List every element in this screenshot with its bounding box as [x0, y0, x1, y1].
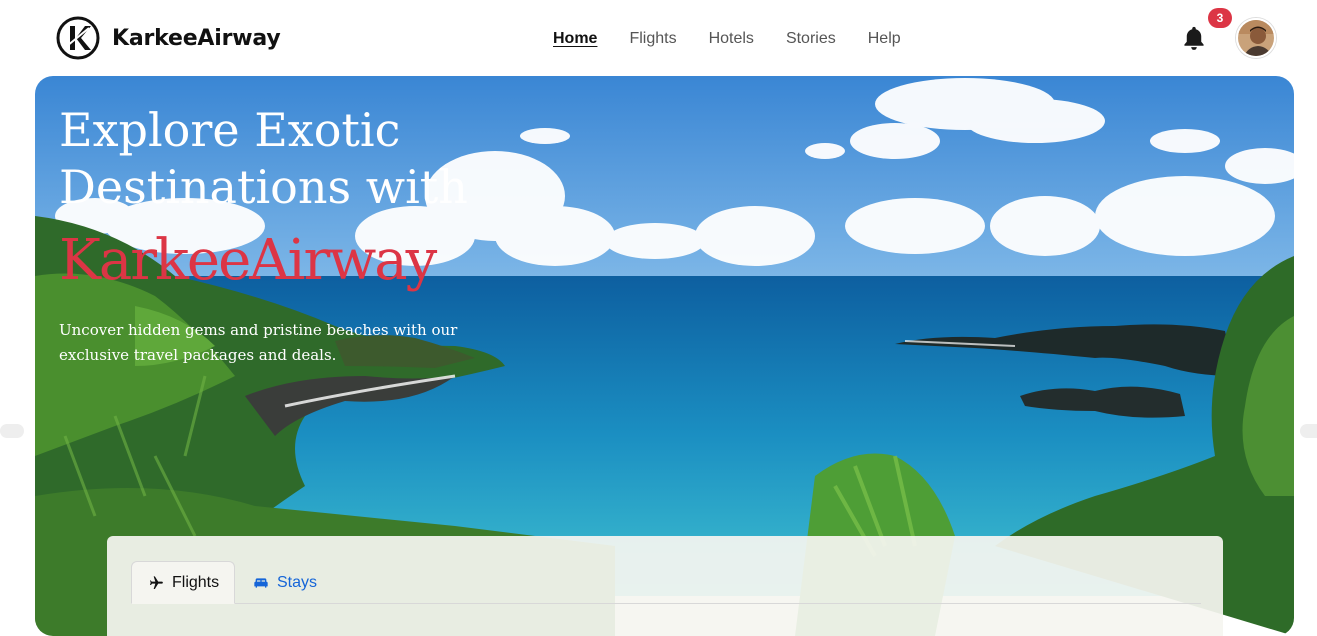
- brand[interactable]: KarkeeAirway: [56, 16, 281, 60]
- scroll-arrow-right: [1300, 424, 1317, 438]
- main-nav: Home Flights Hotels Stories Help: [553, 28, 933, 50]
- top-navbar: KarkeeAirway Home Flights Hotels Stories…: [0, 0, 1317, 76]
- hero-brand-name: KarkeeAirway: [59, 228, 437, 293]
- nav-flights[interactable]: Flights: [629, 28, 676, 50]
- hero-banner: Explore Exotic Destinations with KarkeeA…: [35, 76, 1294, 636]
- nav-hotels[interactable]: Hotels: [709, 28, 754, 50]
- tab-flights[interactable]: Flights: [131, 561, 235, 604]
- brand-name: KarkeeAirway: [112, 25, 281, 51]
- scroll-arrow-left: [0, 424, 24, 438]
- notification-badge: 3: [1208, 8, 1232, 28]
- hero-title-line1: Explore Exotic: [59, 103, 401, 157]
- tab-flights-label: Flights: [172, 573, 220, 591]
- search-card: Flights Stays: [107, 536, 1223, 636]
- bed-icon: [254, 577, 268, 588]
- nav-home[interactable]: Home: [553, 28, 597, 50]
- avatar-image: [1238, 20, 1274, 56]
- nav-stories[interactable]: Stories: [786, 28, 836, 50]
- nav-help[interactable]: Help: [868, 28, 901, 50]
- avatar[interactable]: [1236, 18, 1276, 58]
- airplane-icon: [150, 575, 163, 589]
- hero-subtitle: Uncover hidden gems and pristine beaches…: [59, 321, 458, 364]
- k-logo-icon: [56, 16, 100, 60]
- search-tabs: Flights Stays: [131, 561, 1201, 604]
- tab-stays-label: Stays: [277, 573, 318, 591]
- hero-title: Explore Exotic Destinations with: [59, 102, 468, 216]
- tab-stays[interactable]: Stays: [251, 561, 317, 604]
- hero-title-line2: Destinations with: [59, 160, 468, 214]
- bell-icon[interactable]: [1180, 24, 1208, 52]
